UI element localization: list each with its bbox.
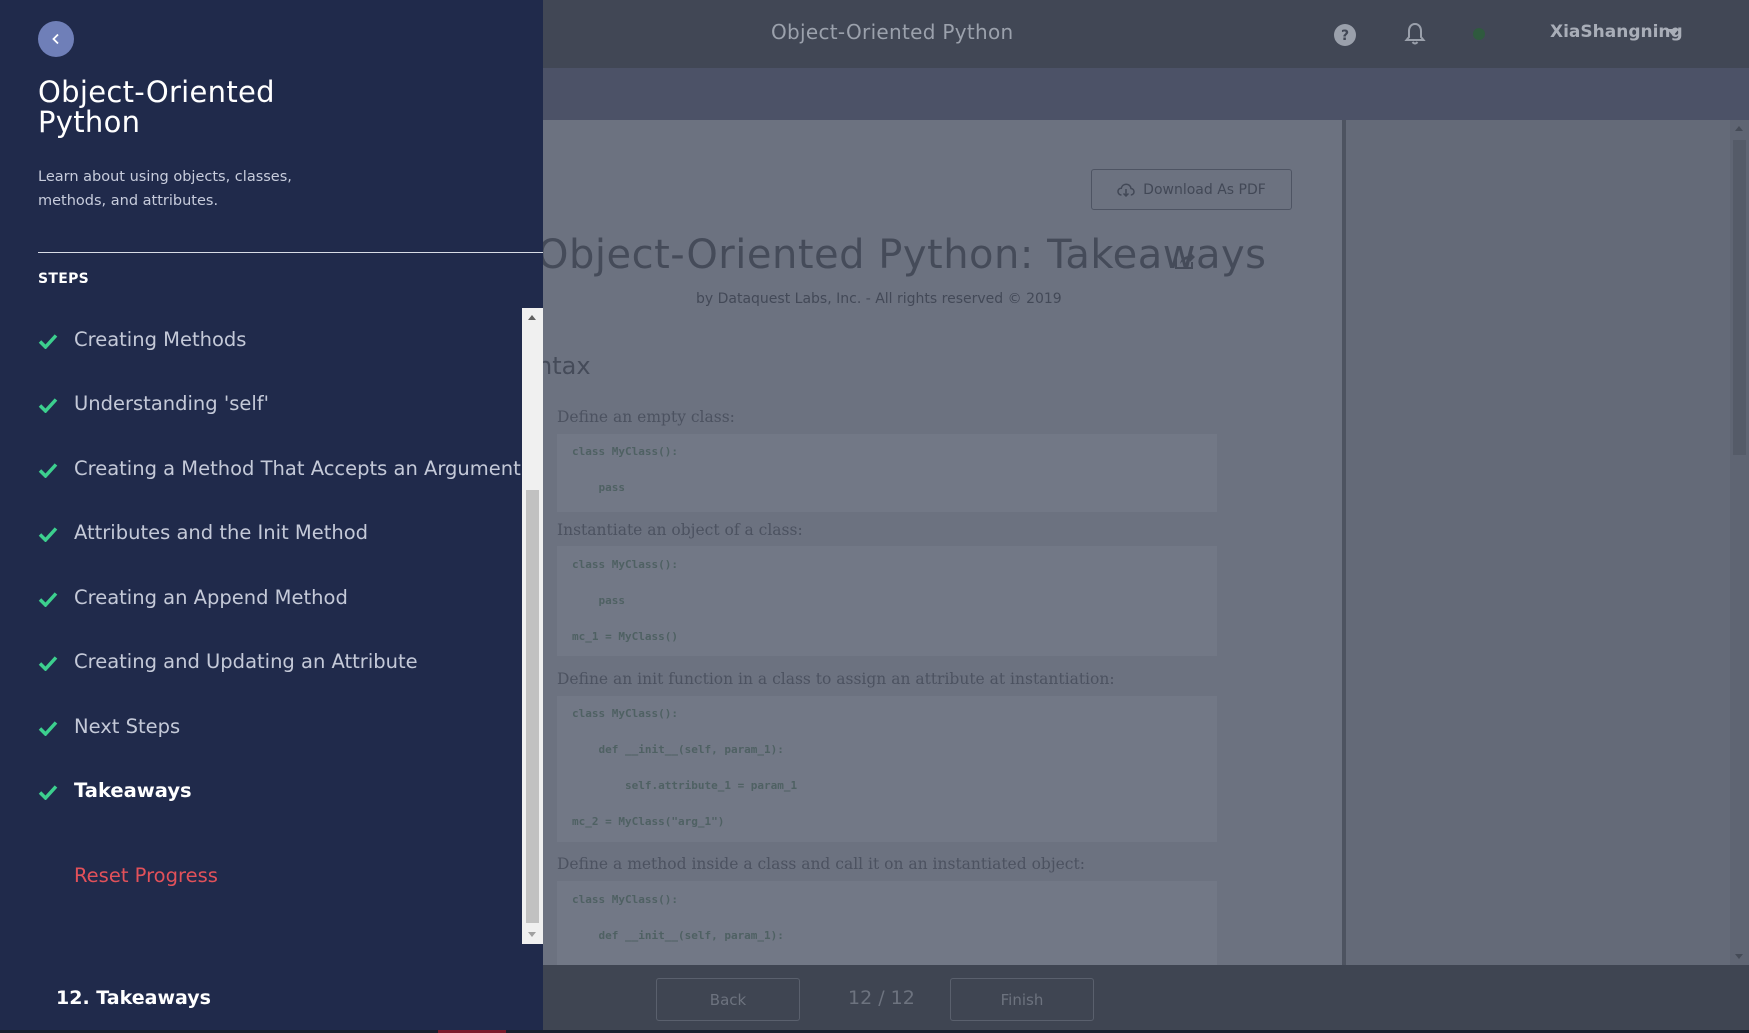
code-line: mc_2 = MyClass("arg_1") <box>572 815 725 828</box>
steps-scrollbar[interactable] <box>522 308 543 944</box>
code-line: class MyClass(): <box>572 893 678 906</box>
course-name: Object-Oriented Python <box>38 77 338 137</box>
step-label: Creating and Updating an Attribute <box>74 650 418 673</box>
back-button[interactable]: Back <box>656 978 800 1021</box>
takeaway-text: Define an empty class: <box>557 408 735 426</box>
step-item[interactable]: Next Steps <box>0 704 522 754</box>
checkmark-icon <box>38 334 58 349</box>
step-item[interactable]: Creating a Method That Accepts an Argume… <box>0 446 522 496</box>
code-line: pass <box>572 481 625 494</box>
download-pdf-button[interactable]: Download As PDF <box>1091 169 1292 210</box>
takeaway-text: Instantiate an object of a class: <box>557 521 803 539</box>
takeaway-text: Define a method inside a class and call … <box>557 855 1085 873</box>
step-label: Understanding 'self' <box>74 392 270 415</box>
code-line: self.attribute_1 = param_1 <box>572 779 798 792</box>
finish-button[interactable]: Finish <box>950 978 1094 1021</box>
download-pdf-label: Download As PDF <box>1143 181 1266 198</box>
step-label: Creating an Append Method <box>74 586 348 609</box>
scroll-up-arrow-icon[interactable] <box>528 315 536 320</box>
user-menu[interactable]: XiaShangning <box>1550 22 1683 42</box>
course-name-line: Object-Oriented <box>38 75 275 109</box>
divider <box>38 252 543 253</box>
scroll-down-arrow-icon[interactable] <box>1735 954 1743 959</box>
code-block: class MyClass(): def __init__(self, para… <box>557 881 1217 965</box>
code-line: def __init__(self, param_1): <box>572 929 784 942</box>
svg-text:?: ? <box>1341 28 1349 44</box>
code-line: pass <box>572 594 625 607</box>
step-label: Creating Methods <box>74 328 247 351</box>
course-sidebar: Object-Oriented Python Learn about using… <box>0 0 543 1030</box>
code-line: class MyClass(): <box>572 558 678 571</box>
step-label: Takeaways <box>74 779 192 802</box>
takeaway-text: Define an init function in a class to as… <box>557 670 1115 688</box>
code-block: class MyClass(): def __init__(self, para… <box>557 696 1217 842</box>
code-line: class MyClass(): <box>572 707 678 720</box>
reset-progress-link[interactable]: Reset Progress <box>74 864 218 887</box>
step-label: Attributes and the Init Method <box>74 521 369 544</box>
step-item-current[interactable]: Takeaways <box>0 768 522 818</box>
step-item[interactable]: Understanding 'self' <box>0 381 522 431</box>
status-dot-icon <box>1473 28 1485 40</box>
checkmark-icon <box>38 656 58 671</box>
scrollbar-thumb[interactable] <box>526 490 539 923</box>
code-line: mc_1 = MyClass() <box>572 630 678 643</box>
right-panel <box>1346 120 1730 965</box>
code-block: class MyClass(): pass <box>557 434 1217 512</box>
checkmark-icon <box>38 721 58 736</box>
checkmark-icon <box>38 398 58 413</box>
course-description: Learn about using objects, classes, meth… <box>38 169 292 209</box>
steps-heading: STEPS <box>38 271 90 287</box>
cloud-download-icon <box>1117 182 1135 197</box>
bell-icon[interactable] <box>1404 22 1426 46</box>
checkmark-icon <box>38 785 58 800</box>
share-icon[interactable] <box>1174 250 1196 270</box>
checkmark-icon <box>38 527 58 542</box>
document-title: Object-Oriented Python: Takeaways <box>537 232 1267 278</box>
scroll-up-arrow-icon[interactable] <box>1735 126 1743 131</box>
step-label: Next Steps <box>74 715 181 738</box>
steps-list: Creating Methods Understanding 'self' Cr… <box>0 308 522 944</box>
step-item[interactable]: Attributes and the Init Method <box>0 510 522 560</box>
page-indicator: 12 / 12 <box>848 987 915 1009</box>
step-item[interactable]: Creating Methods <box>0 317 522 367</box>
current-step-footer: 12. Takeaways <box>56 987 211 1009</box>
code-block: class MyClass(): pass mc_1 = MyClass() <box>557 546 1217 656</box>
code-line: def __init__(self, param_1): <box>572 743 784 756</box>
help-icon[interactable]: ? <box>1333 23 1357 47</box>
close-sidebar-button[interactable] <box>38 21 74 57</box>
section-heading: ntax <box>537 352 591 380</box>
chevron-left-icon <box>52 33 59 45</box>
document-byline: by Dataquest Labs, Inc. - All rights res… <box>696 291 1062 307</box>
scroll-down-arrow-icon[interactable] <box>528 932 536 937</box>
course-title: Object-Oriented Python <box>771 20 1014 44</box>
step-label: Creating a Method That Accepts an Argume… <box>74 457 521 480</box>
checkmark-icon <box>38 463 58 478</box>
checkmark-icon <box>38 592 58 607</box>
chevron-down-icon[interactable] <box>1667 29 1679 36</box>
code-line: class MyClass(): <box>572 445 678 458</box>
content-scrollbar[interactable] <box>1730 120 1749 965</box>
step-item[interactable]: Creating and Updating an Attribute <box>0 639 522 689</box>
scrollbar-thumb[interactable] <box>1733 140 1746 455</box>
course-name-line: Python <box>38 105 141 139</box>
step-item[interactable]: Creating an Append Method <box>0 575 522 625</box>
